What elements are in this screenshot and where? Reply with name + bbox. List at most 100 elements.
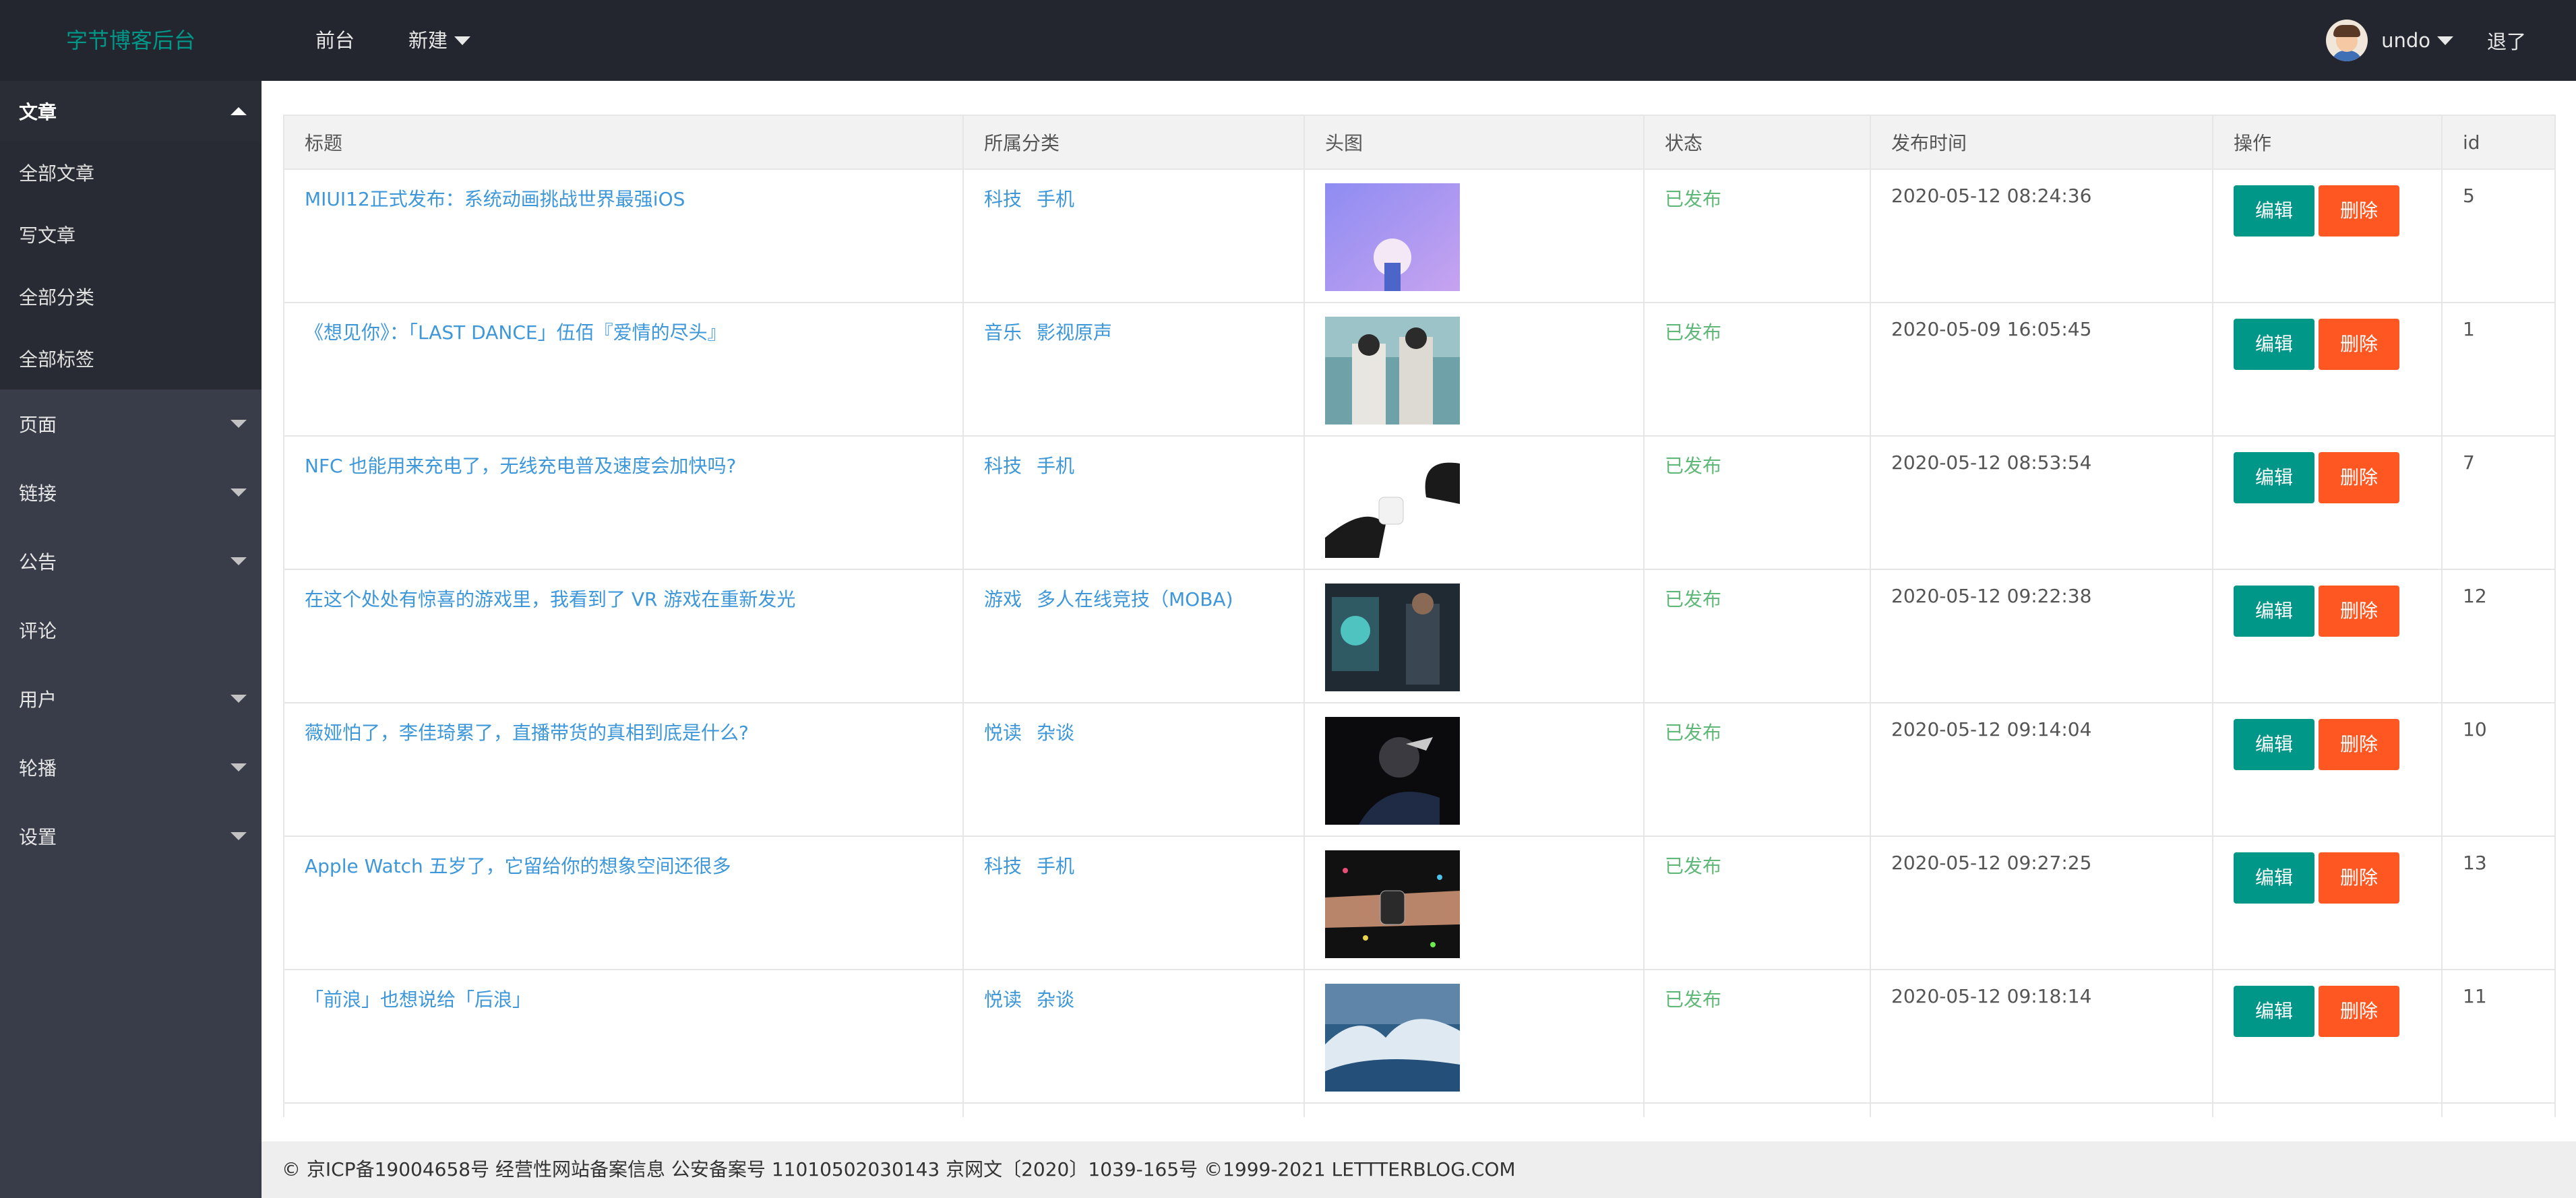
chevron-down-icon	[231, 420, 247, 428]
logout-link[interactable]: 退了	[2487, 26, 2526, 55]
articles-table: 标题 所属分类 头图 状态 发布时间 操作 id MIUI12正式发布：系统动画…	[283, 115, 2556, 1117]
publish-date: 2020-05-12 09:22:38	[1891, 585, 2092, 607]
sidebar-item-label: 评论	[19, 620, 57, 642]
sidebar-item-all-articles[interactable]: 全部文章	[0, 141, 262, 203]
nav-new-dropdown[interactable]: 新建	[395, 0, 511, 81]
sidebar-item-carousel[interactable]: 轮播	[0, 733, 262, 802]
column-header-id[interactable]: id	[2441, 115, 2556, 170]
edit-button[interactable]: 编辑	[2234, 852, 2315, 904]
category-link[interactable]: 影视原声	[1037, 321, 1112, 344]
status-badge: 已发布	[1665, 988, 1722, 1011]
article-id: 7	[2463, 451, 2475, 474]
nav-frontend-link[interactable]: 前台	[262, 0, 395, 81]
table-body: MIUI12正式发布：系统动画挑战世界最强iOS 科技 手机 已发布 2020-0…	[283, 168, 2556, 1117]
sidebar-item-label: 设置	[19, 826, 57, 848]
article-title-link[interactable]: 「前浪」也想说给「后浪」	[305, 988, 531, 1011]
delete-button[interactable]: 删除	[2319, 852, 2400, 904]
articles-table-wrapper: 标题 所属分类 头图 状态 发布时间 操作 id MIUI12正式发布：系统动画…	[283, 115, 2556, 1117]
user-menu[interactable]: undo	[2381, 29, 2453, 52]
chevron-down-icon	[231, 557, 247, 565]
article-thumbnail	[1325, 717, 1460, 825]
article-id: 5	[2463, 185, 2475, 207]
article-id: 1	[2463, 318, 2475, 340]
article-thumbnail	[1325, 450, 1460, 558]
category-link[interactable]: 手机	[1037, 188, 1074, 210]
sidebar-item-all-tags[interactable]: 全部标签	[0, 327, 262, 389]
article-thumbnail	[1325, 584, 1460, 691]
sidebar-group-label: 文章	[19, 101, 57, 123]
delete-button[interactable]: 删除	[2319, 586, 2400, 637]
article-id: 12	[2463, 585, 2487, 607]
sidebar-item-label: 用户	[19, 689, 57, 711]
article-title-link[interactable]: Apple Watch 五岁了，它留给你的想象空间还很多	[305, 855, 731, 877]
category-link[interactable]: 科技	[984, 855, 1022, 877]
sidebar-item-notices[interactable]: 公告	[0, 527, 262, 596]
article-title-link[interactable]: 《想见你》：「LAST DANCE」伍佰『爱情的尽头』	[305, 321, 727, 344]
category-link[interactable]: 音乐	[984, 321, 1022, 344]
delete-button[interactable]: 删除	[2319, 319, 2400, 370]
chevron-up-icon	[231, 107, 247, 115]
article-thumbnail	[1325, 850, 1460, 958]
status-badge: 已发布	[1665, 588, 1722, 610]
category-link[interactable]: 悦读	[984, 722, 1022, 744]
sidebar-item-settings[interactable]: 设置	[0, 802, 262, 871]
article-title-link[interactable]: MIUI12正式发布：系统动画挑战世界最强iOS	[305, 188, 685, 210]
sidebar-item-label: 公告	[19, 551, 57, 573]
column-header-actions[interactable]: 操作	[2212, 115, 2443, 170]
table-row: MIUI12正式发布：系统动画挑战世界最强iOS 科技 手机 已发布 2020-0…	[283, 168, 2556, 303]
table-row: 在这个处处有惊喜的游戏里，我看到了 VR 游戏在重新发光 游戏 多人在线竞技（MO…	[283, 569, 2556, 703]
category-link[interactable]: 科技	[984, 188, 1022, 210]
app-logo[interactable]: 字节博客后台	[0, 0, 262, 81]
category-link[interactable]: 科技	[984, 455, 1022, 477]
publish-date: 2020-05-12 09:27:25	[1891, 852, 2092, 874]
sidebar-group-articles[interactable]: 文章	[0, 81, 262, 141]
article-id: 11	[2463, 985, 2487, 1007]
edit-button[interactable]: 编辑	[2234, 586, 2315, 637]
sidebar-submenu: 全部文章 写文章 全部分类 全部标签	[0, 141, 262, 389]
main-content: 标题 所属分类 头图 状态 发布时间 操作 id MIUI12正式发布：系统动画…	[262, 81, 2576, 1117]
column-header-title[interactable]: 标题	[283, 115, 964, 170]
table-row: 「前浪」也想说给「后浪」 悦读 杂谈 已发布 2020-05-12 09:18:1…	[283, 969, 2556, 1104]
sidebar-item-links[interactable]: 链接	[0, 458, 262, 527]
chevron-down-icon	[454, 36, 471, 45]
sidebar-item-pages[interactable]: 页面	[0, 389, 262, 458]
category-link[interactable]: 游戏	[984, 588, 1022, 610]
column-header-date[interactable]: 发布时间	[1870, 115, 2213, 170]
category-link[interactable]: 杂谈	[1037, 722, 1074, 744]
article-title-link[interactable]: NFC 也能用来充电了，无线充电普及速度会加快吗?	[305, 455, 736, 477]
sidebar-item-users[interactable]: 用户	[0, 664, 262, 733]
article-title-link[interactable]: 在这个处处有惊喜的游戏里，我看到了 VR 游戏在重新发光	[305, 588, 795, 610]
sidebar-item-write-article[interactable]: 写文章	[0, 203, 262, 265]
status-badge: 已发布	[1665, 321, 1722, 344]
publish-date: 2020-05-12 08:24:36	[1891, 185, 2092, 207]
column-header-thumbnail[interactable]: 头图	[1304, 115, 1645, 170]
edit-button[interactable]: 编辑	[2234, 185, 2315, 237]
edit-button[interactable]: 编辑	[2234, 719, 2315, 770]
delete-button[interactable]: 删除	[2319, 452, 2400, 503]
delete-button[interactable]: 删除	[2319, 986, 2400, 1037]
column-header-category[interactable]: 所属分类	[962, 115, 1305, 170]
sidebar-item-comments[interactable]: 评论	[0, 596, 262, 664]
category-link[interactable]: 悦读	[984, 988, 1022, 1011]
header-user-area: undo 退了	[2326, 0, 2576, 81]
status-badge: 已发布	[1665, 455, 1722, 477]
edit-button[interactable]: 编辑	[2234, 452, 2315, 503]
avatar[interactable]	[2326, 20, 2368, 61]
category-link[interactable]: 手机	[1037, 855, 1074, 877]
sidebar-item-all-categories[interactable]: 全部分类	[0, 265, 262, 327]
table-row: Apple Watch 五岁了，它留给你的想象空间还很多 科技 手机 已发布 20…	[283, 836, 2556, 970]
edit-button[interactable]: 编辑	[2234, 986, 2315, 1037]
article-title-link[interactable]: 薇娅怕了，李佳琦累了，直播带货的真相到底是什么?	[305, 722, 749, 744]
delete-button[interactable]: 删除	[2319, 719, 2400, 770]
table-row: 薇娅怕了，李佳琦累了，直播带货的真相到底是什么? 悦读 杂谈 已发布 2020-0…	[283, 702, 2556, 837]
delete-button[interactable]: 删除	[2319, 185, 2400, 237]
article-id: 10	[2463, 718, 2487, 740]
category-link[interactable]: 多人在线竞技（MOBA)	[1037, 588, 1233, 610]
article-thumbnail	[1325, 984, 1460, 1092]
category-link[interactable]: 杂谈	[1037, 988, 1074, 1011]
chevron-down-icon	[231, 695, 247, 703]
table-row: 《想见你》：「LAST DANCE」伍佰『爱情的尽头』 音乐 影视原声 已发布 2…	[283, 302, 2556, 437]
column-header-status[interactable]: 状态	[1643, 115, 1871, 170]
category-link[interactable]: 手机	[1037, 455, 1074, 477]
edit-button[interactable]: 编辑	[2234, 319, 2315, 370]
